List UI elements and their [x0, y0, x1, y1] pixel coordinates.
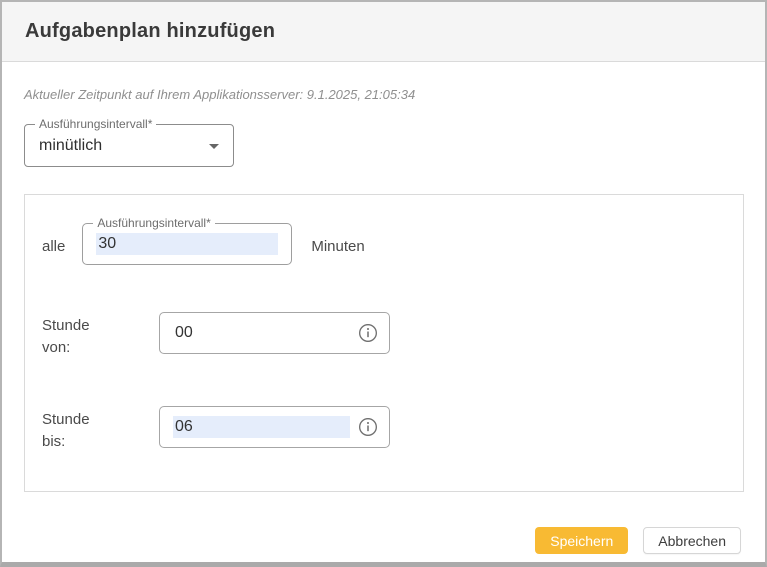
execution-interval-select-label: Ausführungsintervall*: [35, 117, 156, 131]
hour-to-label-line1: Stunde: [42, 409, 159, 431]
dialog-body: Aktueller Zeitpunkt auf Ihrem Applikatio…: [2, 62, 765, 526]
every-label: alle: [42, 238, 65, 255]
interval-minutes-field: Ausführungsintervall*: [82, 223, 292, 265]
hour-from-row: Stunde von:: [42, 312, 743, 359]
hour-to-row: Stunde bis:: [42, 406, 743, 453]
dialog-footer: Speichern Abbrechen: [2, 526, 765, 562]
execution-interval-select-value: minütlich: [39, 137, 102, 155]
chevron-down-icon: [209, 144, 219, 149]
hour-from-input[interactable]: [173, 322, 350, 344]
dialog-title: Aufgabenplan hinzufügen: [25, 20, 275, 43]
hour-from-label-line1: Stunde: [42, 315, 159, 337]
interval-minutes-field-label: Ausführungsintervall*: [93, 216, 214, 230]
interval-row: alle Ausführungsintervall* Minuten: [42, 223, 743, 265]
hour-to-field: [159, 406, 390, 448]
server-time-note: Aktueller Zeitpunkt auf Ihrem Applikatio…: [24, 87, 743, 102]
schedule-settings-panel: alle Ausführungsintervall* Minuten Stund…: [24, 194, 744, 492]
hour-to-label-line2: bis:: [42, 431, 159, 453]
add-task-schedule-dialog: Aufgabenplan hinzufügen Aktueller Zeitpu…: [0, 0, 767, 567]
info-icon[interactable]: [358, 417, 378, 437]
info-icon[interactable]: [358, 323, 378, 343]
minutes-unit-label: Minuten: [311, 238, 364, 255]
cancel-button[interactable]: Abbrechen: [643, 527, 741, 554]
hour-from-field: [159, 312, 390, 354]
interval-minutes-input[interactable]: [96, 233, 278, 255]
save-button[interactable]: Speichern: [535, 527, 628, 554]
hour-to-label: Stunde bis:: [42, 406, 159, 453]
hour-from-label-line2: von:: [42, 337, 159, 359]
hour-from-label: Stunde von:: [42, 312, 159, 359]
dialog-header: Aufgabenplan hinzufügen: [2, 2, 765, 62]
hour-to-input[interactable]: [173, 416, 350, 438]
execution-interval-select[interactable]: Ausführungsintervall* minütlich: [24, 124, 234, 167]
